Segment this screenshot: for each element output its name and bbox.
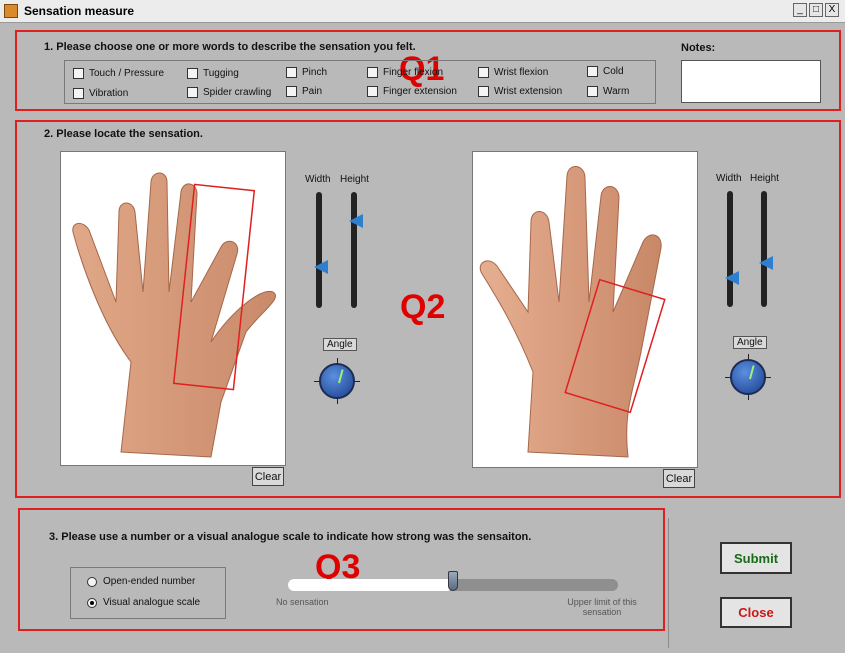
window-title: Sensation measure [24,4,135,18]
q1-prompt: 1. Please choose one or more words to de… [44,41,416,53]
checkbox[interactable] [73,88,84,99]
height-slider-thumb-right[interactable] [759,255,773,270]
checkbox[interactable] [286,67,297,78]
option-cold[interactable]: Cold [587,66,624,77]
q3-prompt: 3. Please use a number or a visual analo… [49,531,532,543]
height-slider-thumb-left[interactable] [349,214,363,228]
radio-visual-analogue-scale[interactable]: Visual analogue scale [87,597,200,608]
hand-back-image-panel[interactable] [60,151,286,466]
checkbox[interactable] [73,68,84,79]
checkbox[interactable] [286,86,297,97]
option-pain[interactable]: Pain [286,86,322,97]
option-finger-flexion[interactable]: Finger flexion [367,67,443,78]
hand-palm-image-panel[interactable] [472,151,698,468]
scale-min-label: No sensation [276,597,329,607]
width-label-left: Width [305,174,331,185]
q2-marker: Q2 [400,288,446,326]
maximize-button[interactable]: □ [809,3,823,17]
option-wrist-flexion[interactable]: Wrist flexion [478,67,548,78]
angle-needle [749,365,755,380]
app-icon [4,4,18,18]
option-pinch[interactable]: Pinch [286,67,327,78]
radio-button-selected[interactable] [87,597,97,608]
height-label-left: Height [340,174,369,185]
clear-left-button[interactable]: Clear [252,467,284,486]
notes-textarea[interactable] [681,60,821,103]
width-label-right: Width [716,173,742,184]
angle-knob-left[interactable] [319,363,355,399]
height-slider-left[interactable] [351,192,357,308]
checkbox[interactable] [587,66,598,77]
width-slider-thumb-left[interactable] [314,260,328,275]
checkbox[interactable] [187,87,198,98]
angle-knob-right[interactable] [730,359,766,395]
minimize-button[interactable]: _ [793,3,807,17]
scale-thumb[interactable] [448,571,458,591]
checkbox[interactable] [587,86,598,97]
width-slider-right[interactable] [727,191,733,307]
angle-needle [338,369,344,384]
notes-label: Notes: [681,42,716,54]
title-bar: Sensation measure _ □ X [0,0,845,23]
height-label-right: Height [750,173,779,184]
submit-button[interactable]: Submit [720,542,792,574]
radio-button[interactable] [87,576,97,587]
q2-prompt: 2. Please locate the sensation. [44,128,203,140]
close-window-button[interactable]: X [825,3,839,17]
option-touch-pressure[interactable]: Touch / Pressure [73,68,164,79]
option-warm[interactable]: Warm [587,86,629,97]
checkbox[interactable] [367,67,378,78]
scale-max-label: Upper limit of this sensation [567,597,637,617]
option-spider-crawling[interactable]: Spider crawling [187,87,271,98]
clear-right-button[interactable]: Clear [663,469,695,488]
panel-divider [668,518,669,648]
close-button[interactable]: Close [720,597,792,628]
option-wrist-extension[interactable]: Wrist extension [478,86,562,97]
angle-label-left: Angle [323,338,357,351]
option-finger-extension[interactable]: Finger extension [367,86,457,97]
hand-palm-image [479,166,666,458]
checkbox[interactable] [367,86,378,97]
radio-open-ended-number[interactable]: Open-ended number [87,576,195,587]
sensation-options-group [64,60,656,104]
input-mode-group [70,567,226,619]
checkbox[interactable] [478,67,489,78]
width-slider-thumb-right[interactable] [725,271,739,285]
option-tugging[interactable]: Tugging [187,68,239,79]
checkbox[interactable] [478,86,489,97]
height-slider-right[interactable] [761,191,767,307]
hand-back-image [72,172,276,458]
scale-fill [288,579,453,591]
angle-label-right: Angle [733,336,767,349]
checkbox[interactable] [187,68,198,79]
option-vibration[interactable]: Vibration [73,88,128,99]
width-slider-left[interactable] [316,192,322,308]
